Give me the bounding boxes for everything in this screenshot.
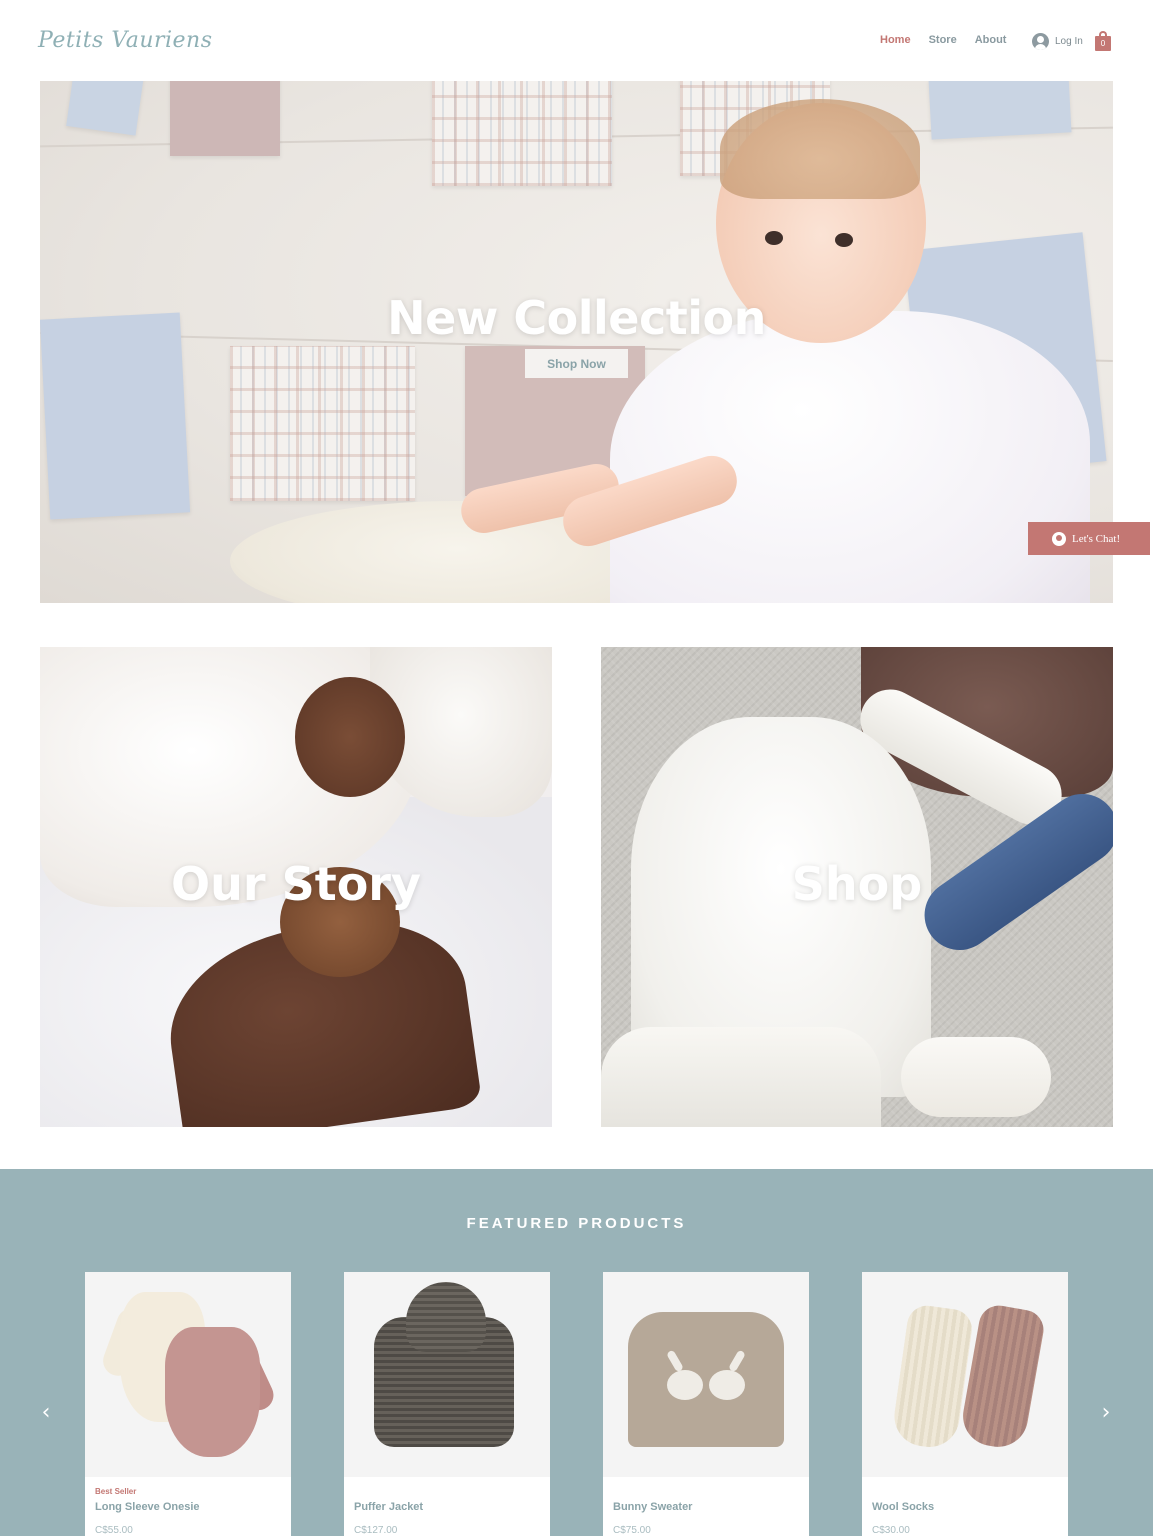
chat-label: Let's Chat! xyxy=(1072,532,1121,545)
cart-count: 0 xyxy=(1095,36,1111,51)
shop-title: Shop xyxy=(791,857,923,911)
login-button[interactable]: Log In xyxy=(1032,33,1083,50)
baby-body xyxy=(610,311,1090,603)
fabric-swatch xyxy=(928,81,1072,140)
fabric-swatch xyxy=(230,346,415,501)
shop-now-button[interactable]: Shop Now xyxy=(525,349,628,378)
login-label: Log In xyxy=(1055,36,1083,47)
product-image-part xyxy=(667,1370,703,1400)
fabric-swatch xyxy=(170,81,280,156)
nav-store[interactable]: Store xyxy=(929,34,957,46)
product-card[interactable]: Wool Socks C$30.00 xyxy=(862,1272,1068,1536)
product-name[interactable]: Long Sleeve Onesie xyxy=(95,1501,281,1513)
hero-banner: New Collection Shop Now xyxy=(40,81,1113,603)
our-story-tile[interactable]: Our Story xyxy=(40,647,552,1127)
main-nav: Home Store About xyxy=(880,34,1024,46)
shop-tile[interactable]: Shop xyxy=(601,647,1113,1127)
user-icon xyxy=(1032,33,1049,50)
product-badge xyxy=(354,1487,540,1497)
product-card[interactable]: Best Seller Long Sleeve Onesie C$55.00 xyxy=(85,1272,291,1536)
nav-about[interactable]: About xyxy=(975,34,1007,46)
product-name[interactable]: Wool Socks xyxy=(872,1501,1058,1513)
product-price: C$127.00 xyxy=(354,1525,398,1536)
baby-hair xyxy=(720,99,920,199)
cart-button[interactable]: 0 xyxy=(1095,31,1111,51)
site-logo[interactable]: Petits Vauriens xyxy=(38,28,213,53)
product-info: Bunny Sweater C$75.00 xyxy=(603,1477,809,1536)
baby-eye xyxy=(835,233,853,247)
product-image xyxy=(862,1272,1068,1477)
product-info: Wool Socks C$30.00 xyxy=(862,1477,1068,1536)
tile-image xyxy=(901,1037,1051,1117)
product-image-part xyxy=(165,1327,260,1457)
our-story-title: Our Story xyxy=(171,857,421,911)
product-image-part xyxy=(406,1282,486,1352)
chat-icon xyxy=(1052,531,1066,546)
product-image-part xyxy=(628,1312,784,1447)
product-price: C$75.00 xyxy=(613,1525,651,1536)
product-image-part xyxy=(709,1370,745,1400)
product-image xyxy=(344,1272,550,1477)
nav-home[interactable]: Home xyxy=(880,34,911,46)
product-badge xyxy=(613,1487,799,1497)
fabric-swatch xyxy=(66,81,144,136)
product-info: Puffer Jacket C$127.00 xyxy=(344,1477,550,1536)
product-card[interactable]: Bunny Sweater C$75.00 xyxy=(603,1272,809,1536)
chevron-left-icon[interactable]: ‹ xyxy=(39,1401,53,1425)
product-price: C$55.00 xyxy=(95,1525,133,1536)
site-header: Petits Vauriens Home Store About Log In … xyxy=(0,0,1153,82)
product-info: Best Seller Long Sleeve Onesie C$55.00 xyxy=(85,1477,291,1536)
product-card[interactable]: Puffer Jacket C$127.00 xyxy=(344,1272,550,1536)
product-name[interactable]: Bunny Sweater xyxy=(613,1501,799,1513)
fabric-swatch xyxy=(432,81,612,186)
featured-products-section: FEATURED PRODUCTS ‹ › Best Seller Long S… xyxy=(0,1169,1153,1536)
product-image xyxy=(85,1272,291,1477)
hero-title: New Collection xyxy=(387,291,766,345)
product-badge: Best Seller xyxy=(95,1487,137,1496)
product-name[interactable]: Puffer Jacket xyxy=(354,1501,540,1513)
product-image-part xyxy=(890,1303,975,1451)
featured-title: FEATURED PRODUCTS xyxy=(466,1215,687,1232)
tile-image xyxy=(601,1027,881,1127)
product-price: C$30.00 xyxy=(872,1525,910,1536)
tile-image xyxy=(295,677,405,797)
product-image xyxy=(603,1272,809,1477)
chat-button[interactable]: Let's Chat! xyxy=(1028,522,1150,555)
baby-eye xyxy=(765,231,783,245)
chevron-right-icon[interactable]: › xyxy=(1099,1401,1113,1425)
product-badge xyxy=(872,1487,1058,1497)
